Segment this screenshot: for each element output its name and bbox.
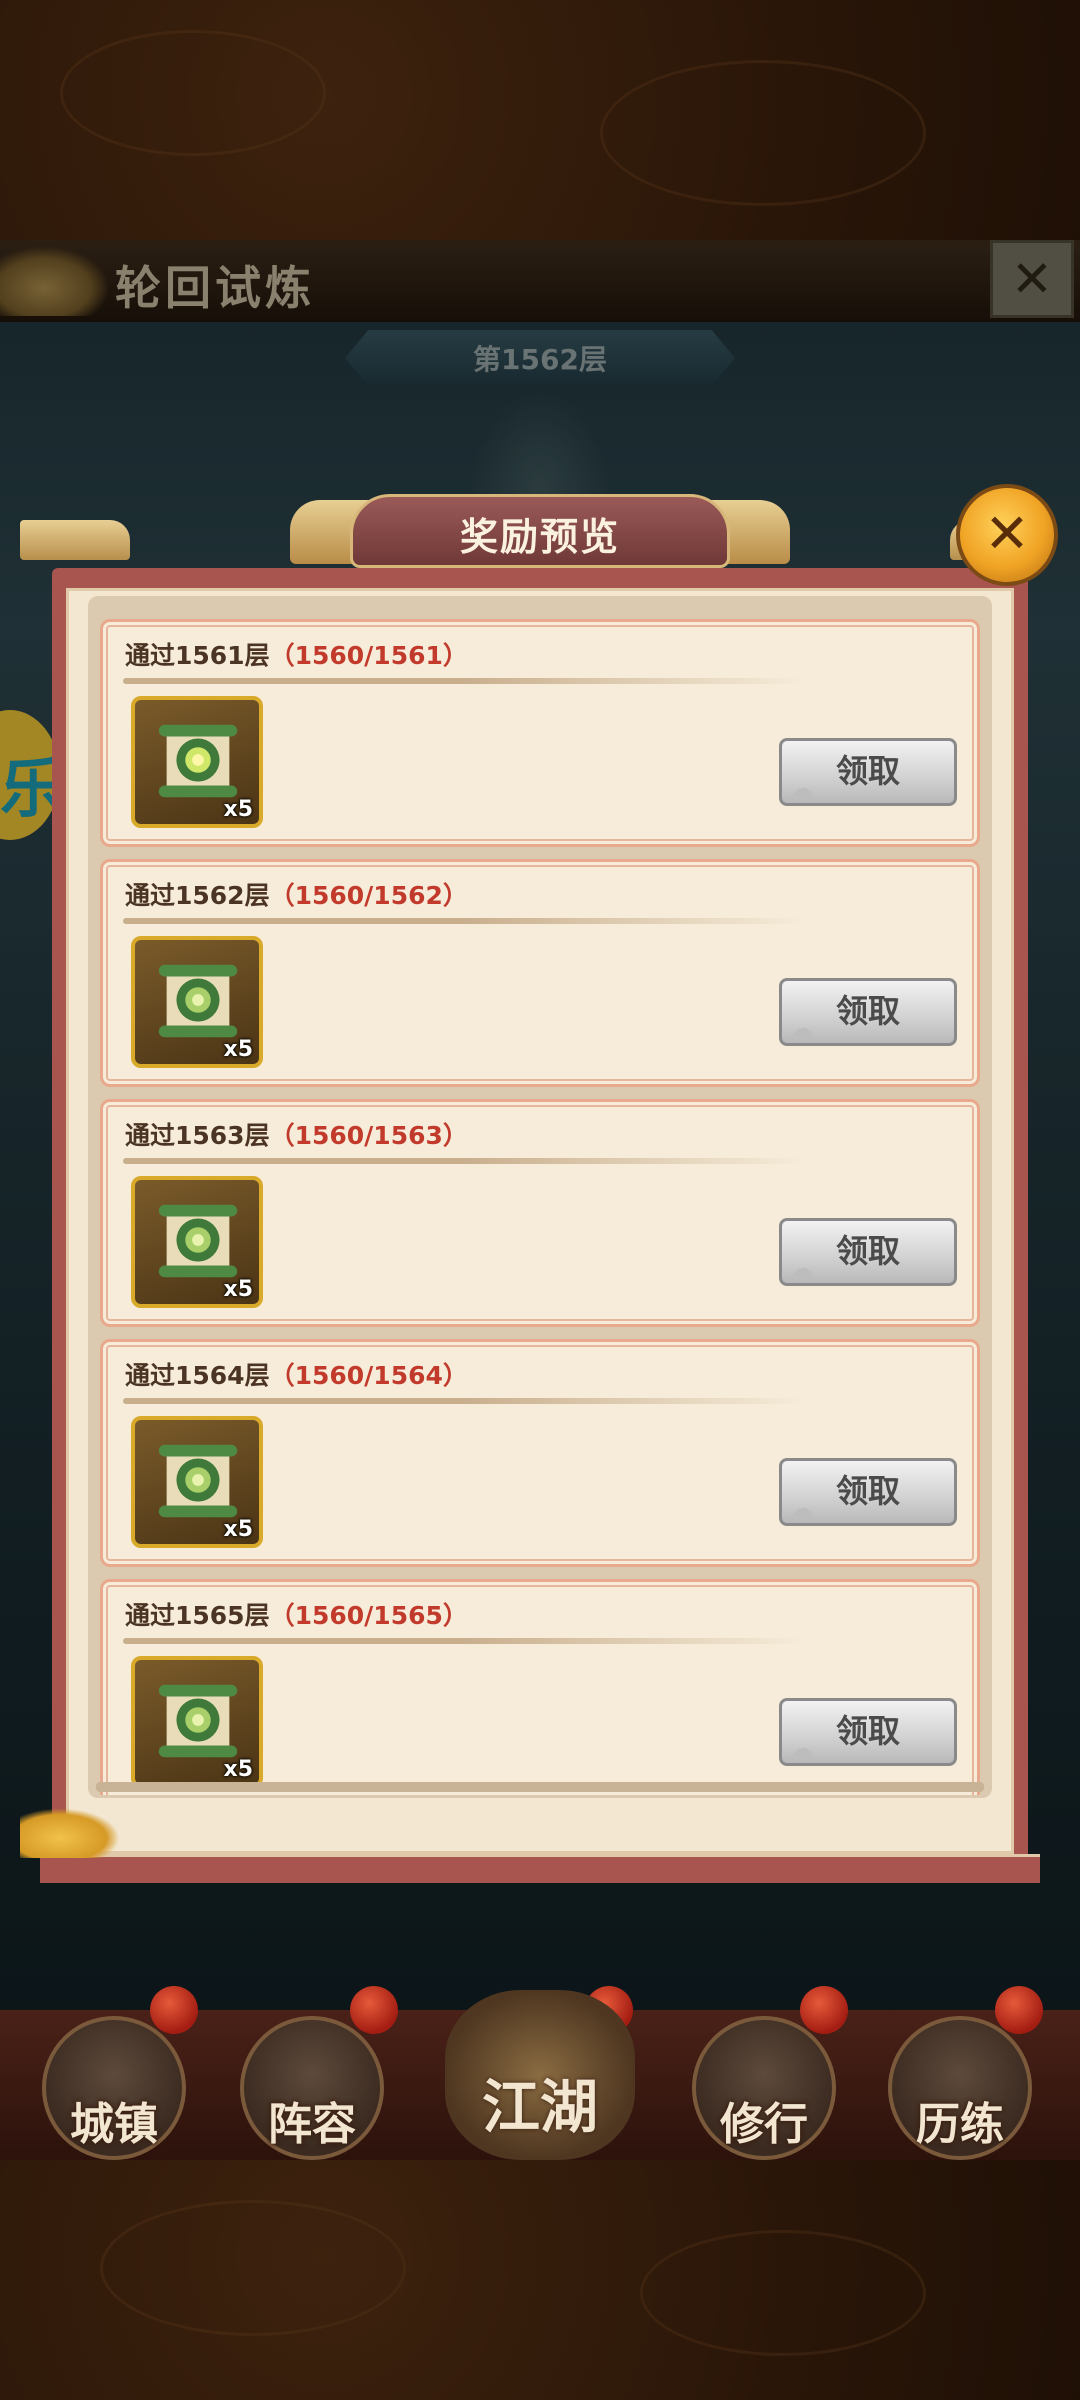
row-title: 通过1564层（1560/1564） (125, 1356, 468, 1392)
row-progress: （1560/1562） (269, 881, 468, 910)
row-divider (123, 1638, 803, 1644)
dialog-wing-ornament (20, 520, 130, 560)
reward-row: 通过1564层（1560/1564） x5 ☁ 领取 (100, 1339, 980, 1567)
row-title: 通过1563层（1560/1563） (125, 1116, 468, 1152)
row-title: 通过1562层（1560/1562） (125, 876, 468, 912)
reward-item[interactable]: x5 (131, 1176, 263, 1308)
notification-dot-icon (150, 1986, 198, 2034)
row-progress: （1560/1565） (269, 1601, 468, 1630)
row-progress: （1560/1563） (269, 1121, 468, 1150)
jade-scroll-icon (158, 964, 238, 1038)
ornament-swirl (100, 2200, 406, 2336)
cloud-ornament-icon (20, 1808, 120, 1858)
row-title: 通过1565层（1560/1565） (125, 1596, 468, 1632)
claim-button[interactable]: ☁ 领取 (779, 1218, 957, 1286)
nav-town-label: 城镇 (70, 2099, 158, 2150)
claim-button-label: 领取 (835, 1232, 900, 1270)
ornament-swirl (600, 60, 926, 206)
jade-scroll-icon (158, 1444, 238, 1518)
claim-button-label: 领取 (835, 1472, 900, 1510)
row-divider (123, 918, 803, 924)
jade-scroll-icon (158, 1684, 238, 1758)
background-top (0, 0, 1080, 240)
list-bottom-edge (96, 1782, 984, 1792)
dialog-close-button[interactable]: ✕ (956, 484, 1058, 586)
row-progress: （1560/1561） (269, 641, 468, 670)
row-condition: 通过1564层 (125, 1361, 270, 1390)
reward-item[interactable]: x5 (131, 936, 263, 1068)
close-x-icon: ✕ (984, 502, 1030, 565)
reward-count: x5 (223, 1517, 254, 1542)
row-condition: 通过1563层 (125, 1121, 270, 1150)
reward-count: x5 (223, 1037, 254, 1062)
reward-item[interactable]: x5 (131, 1416, 263, 1548)
row-condition: 通过1562层 (125, 881, 270, 910)
claim-button-label: 领取 (835, 992, 900, 1030)
row-progress: （1560/1564） (269, 1361, 468, 1390)
claim-button[interactable]: ☁ 领取 (779, 1698, 957, 1766)
cloud-icon: ☁ (788, 774, 814, 804)
row-title: 通过1561层（1560/1561） (125, 636, 468, 672)
notification-dot-icon (995, 1986, 1043, 2034)
reward-row: 通过1563层（1560/1563） x5 ☁ 领取 (100, 1099, 980, 1327)
row-condition: 通过1561层 (125, 641, 270, 670)
ornament-swirl (60, 30, 326, 156)
jade-scroll-icon (158, 724, 238, 798)
notification-dot-icon (350, 1986, 398, 2034)
dialog-bottom-bar (40, 1854, 1040, 1883)
reward-count: x5 (223, 797, 254, 822)
reward-row: 通过1565层（1560/1565） x5 ☁ 领取 (100, 1579, 980, 1795)
ornament-swirl (640, 2230, 926, 2356)
reward-item[interactable]: x5 (131, 1656, 263, 1788)
row-divider (123, 1398, 803, 1404)
cloud-icon: ☁ (788, 1734, 814, 1764)
nav-training-label: 历练 (916, 2099, 1004, 2150)
claim-button[interactable]: ☁ 领取 (779, 978, 957, 1046)
cloud-icon: ☁ (788, 1014, 814, 1044)
reward-count: x5 (223, 1277, 254, 1302)
claim-button-label: 领取 (835, 1712, 900, 1750)
reward-item[interactable]: x5 (131, 696, 263, 828)
reward-row: 通过1561层（1560/1561） x5 ☁ 领取 (100, 619, 980, 847)
reward-list[interactable]: 通过1561层（1560/1561） x5 ☁ 领取 通过1562层（1560/… (90, 605, 990, 1795)
claim-button[interactable]: ☁ 领取 (779, 738, 957, 806)
dialog-title: 奖励预览 (459, 515, 620, 559)
background-bottom (0, 2160, 1080, 2400)
reward-row: 通过1562层（1560/1562） x5 ☁ 领取 (100, 859, 980, 1087)
row-divider (123, 1158, 803, 1164)
nav-lineup-label: 阵容 (268, 2099, 356, 2150)
nav-jianghu-label: 江湖 (481, 2073, 598, 2141)
claim-button[interactable]: ☁ 领取 (779, 1458, 957, 1526)
nav-practice-label: 修行 (720, 2099, 808, 2150)
row-divider (123, 678, 803, 684)
cloud-icon: ☁ (788, 1494, 814, 1524)
cloud-icon: ☁ (788, 1254, 814, 1284)
notification-dot-icon (800, 1986, 848, 2034)
row-condition: 通过1565层 (125, 1601, 270, 1630)
reward-count: x5 (223, 1757, 254, 1782)
jade-scroll-icon (158, 1204, 238, 1278)
claim-button-label: 领取 (835, 752, 900, 790)
